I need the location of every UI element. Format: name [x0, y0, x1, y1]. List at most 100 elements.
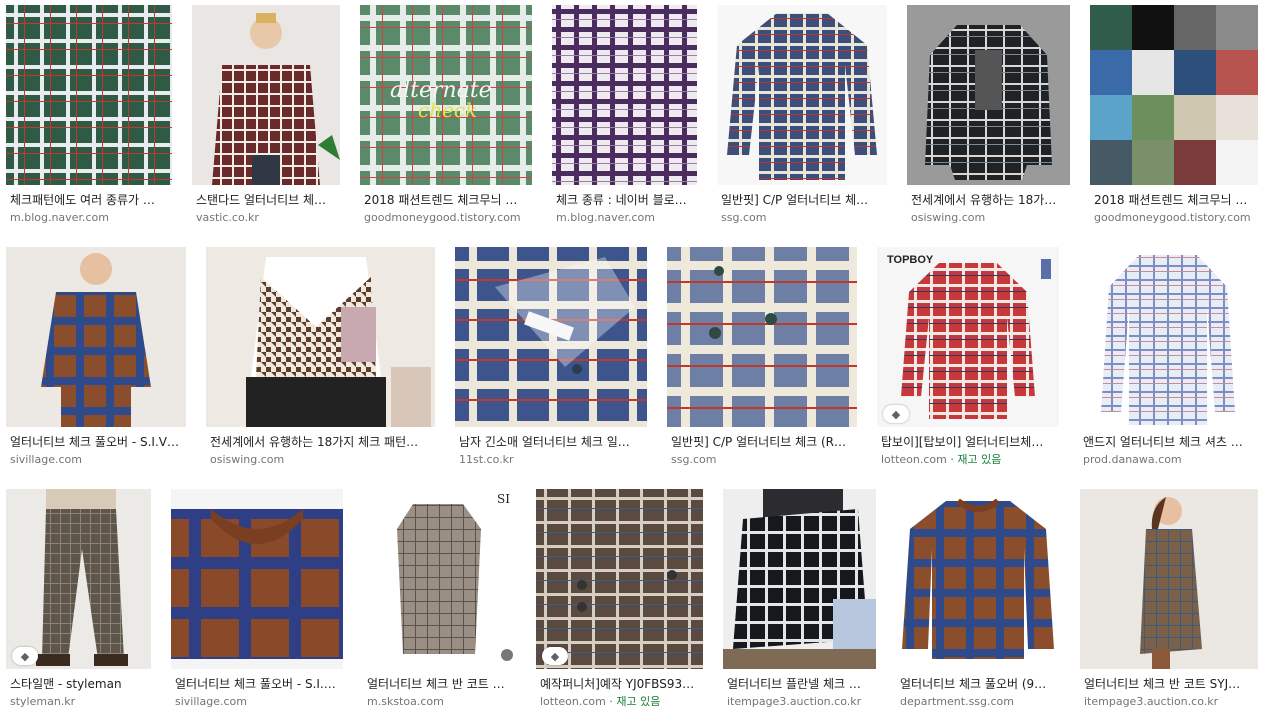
svg-text:check: check	[418, 98, 477, 122]
houndstooth-vest-image	[246, 257, 431, 427]
price-tag-icon: ◆	[542, 647, 568, 665]
cuff-button-closeup-image	[536, 489, 703, 669]
result-thumbnail[interactable]	[907, 5, 1070, 185]
image-result[interactable]: 얼터너티브 플란넬 체크 … itempage3.auction.co.kr	[723, 489, 876, 708]
alternate-check-fabric-image: alternate check	[360, 5, 532, 185]
result-thumbnail[interactable]	[6, 247, 186, 427]
result-thumbnail[interactable]	[1080, 489, 1258, 669]
result-thumbnail[interactable]	[723, 489, 876, 669]
result-title[interactable]: 남자 긴소매 얼터너티브 체크 일…	[459, 434, 645, 450]
result-thumbnail[interactable]	[717, 5, 887, 185]
result-thumbnail[interactable]	[536, 489, 703, 669]
result-title[interactable]: 얼터너티브 체크 풀오버 (9…	[900, 676, 1058, 692]
result-thumbnail[interactable]	[1090, 5, 1258, 185]
image-result[interactable]: 남자 긴소매 얼터너티브 체크 일… 11st.co.kr	[455, 247, 647, 469]
result-title[interactable]: 일반핏] C/P 얼터너티브 체…	[721, 192, 885, 208]
result-thumbnail[interactable]: alternate check	[360, 5, 532, 185]
result-thumbnail[interactable]: TOPBOY	[877, 247, 1059, 427]
result-title[interactable]: 앤드지 얼터너티브 체크 셔츠 …	[1083, 434, 1256, 450]
image-result[interactable]: 체크 종류 : 네이버 블로… m.blog.naver.com	[552, 5, 697, 227]
price-tag-icon: ◆	[12, 647, 38, 665]
image-result[interactable]: 얼터너티브 체크 풀오버 - S.I.… sivillage.com	[171, 489, 343, 708]
result-title[interactable]: 얼터너티브 체크 반 코트 SYJ…	[1084, 676, 1256, 692]
result-title[interactable]: 2018 패션트렌드 체크무늬 …	[364, 192, 530, 208]
image-result[interactable]: 스탠다드 얼터너티브 체… vastic.co.kr	[192, 5, 340, 227]
result-source: styleman.kr	[10, 695, 76, 708]
result-source: m.blog.naver.com	[10, 211, 109, 224]
source-domain: lotteon.com	[881, 453, 947, 466]
man-check-shirt-image	[212, 13, 340, 185]
result-source: sivillage.com	[175, 695, 247, 708]
result-source: goodmoneygood.tistory.com	[1094, 211, 1251, 224]
stock-status: · 재고 있음	[946, 453, 1002, 466]
svg-text:SI: SI	[497, 492, 510, 506]
result-title[interactable]: 예작퍼니처]예작 YJ0FBS93…	[540, 676, 701, 692]
stock-status: · 재고 있음	[605, 695, 661, 708]
result-source: m.skstoa.com	[367, 695, 444, 708]
result-thumbnail[interactable]	[206, 247, 435, 427]
image-result[interactable]: SI 얼터너티브 체크 반 코트 … m.skstoa.com	[363, 489, 516, 708]
result-title[interactable]: 2018 패션트렌드 체크무늬 …	[1094, 192, 1256, 208]
result-thumbnail[interactable]	[192, 5, 340, 185]
result-source: ssg.com	[721, 211, 767, 224]
image-result[interactable]: TOPBOY ◆ 탑보이][탑보이] 얼터너티브체… lotteon.com ·…	[877, 247, 1059, 469]
result-source: department.ssg.com	[900, 695, 1015, 708]
result-title[interactable]: 얼터너티브 체크 풀오버 - S.I.V…	[10, 434, 184, 450]
result-source: goodmoneygood.tistory.com	[364, 211, 521, 224]
result-title[interactable]: 스타일맨 - styleman	[10, 676, 151, 692]
woman-check-pullover-image	[41, 253, 151, 427]
result-thumbnail[interactable]	[6, 5, 172, 185]
result-title[interactable]: 얼터너티브 체크 풀오버 - S.I.…	[175, 676, 341, 692]
result-title[interactable]: 전세계에서 유행하는 18가지 체크 패턴…	[210, 434, 433, 450]
result-source: osiswing.com	[210, 453, 285, 466]
check-coat-image: SI	[397, 492, 513, 661]
result-title[interactable]: 체크패턴에도 여러 종류가 …	[10, 192, 170, 208]
result-thumbnail[interactable]	[171, 489, 343, 669]
result-thumbnail[interactable]	[455, 247, 647, 427]
purple-check-fabric-image	[552, 5, 697, 185]
image-result[interactable]: 얼터너티브 체크 풀오버 (9… department.ssg.com	[896, 489, 1060, 708]
result-source: itempage3.auction.co.kr	[727, 695, 862, 708]
image-result[interactable]: 일반핏] C/P 얼터너티브 체크 (R… ssg.com	[667, 247, 857, 469]
result-thumbnail[interactable]	[896, 489, 1060, 669]
image-result[interactable]: 전세계에서 유행하는 18가… osiswing.com	[907, 5, 1070, 227]
result-source: m.blog.naver.com	[556, 211, 655, 224]
image-result[interactable]: ◆ 예작퍼니처]예작 YJ0FBS93… lotteon.com · 재고 있음	[536, 489, 703, 708]
result-title[interactable]: 일반핏] C/P 얼터너티브 체크 (R…	[671, 434, 855, 450]
check-fabric-green-image	[6, 5, 172, 185]
blue-check-shirt-image	[727, 13, 877, 180]
result-title[interactable]: 얼터너티브 체크 반 코트 …	[367, 676, 514, 692]
result-thumbnail[interactable]: SI	[363, 489, 516, 669]
result-title[interactable]: 얼터너티브 플란넬 체크 …	[727, 676, 874, 692]
image-result[interactable]: 일반핏] C/P 얼터너티브 체… ssg.com	[717, 5, 887, 227]
result-title[interactable]: 전세계에서 유행하는 18가…	[911, 192, 1068, 208]
image-result[interactable]: 전세계에서 유행하는 18가지 체크 패턴… osiswing.com	[206, 247, 435, 469]
image-result[interactable]: 2018 패션트렌드 체크무늬 … goodmoneygood.tistory.…	[1090, 5, 1258, 227]
result-title[interactable]: 스탠다드 얼터너티브 체…	[196, 192, 338, 208]
image-result[interactable]: 체크패턴에도 여러 종류가 … m.blog.naver.com	[6, 5, 172, 227]
shirt-collar-closeup-image	[455, 247, 647, 427]
flannel-check-folded-image	[723, 489, 876, 669]
shirt-cuff-closeup-image	[667, 247, 857, 427]
result-thumbnail[interactable]	[6, 489, 151, 669]
woman-check-coat-image	[1140, 497, 1202, 669]
result-source: prod.danawa.com	[1083, 453, 1182, 466]
result-title[interactable]: 탑보이][탑보이] 얼터너티브체…	[881, 434, 1057, 450]
check-pullover-flat-image	[902, 498, 1054, 659]
result-title[interactable]: 체크 종류 : 네이버 블로…	[556, 192, 695, 208]
result-thumbnail[interactable]	[552, 5, 697, 185]
result-source: 11st.co.kr	[459, 453, 514, 466]
result-thumbnail[interactable]	[667, 247, 857, 427]
red-check-shirt-image: TOPBOY	[887, 254, 1051, 419]
image-result[interactable]: 얼터너티브 체크 반 코트 SYJ… itempage3.auction.co.…	[1080, 489, 1258, 708]
sweater-closeup-image	[171, 509, 343, 659]
image-result[interactable]: alternate check 2018 패션트렌드 체크무늬 … goodmo…	[360, 5, 532, 227]
image-result[interactable]: ◆ 스타일맨 - styleman styleman.kr	[6, 489, 151, 708]
svg-text:TOPBOY: TOPBOY	[887, 254, 934, 266]
result-source: osiswing.com	[911, 211, 986, 224]
result-thumbnail[interactable]	[1079, 247, 1258, 427]
image-result[interactable]: 앤드지 얼터너티브 체크 셔츠 … prod.danawa.com	[1079, 247, 1258, 469]
image-result[interactable]: 얼터너티브 체크 풀오버 - S.I.V… sivillage.com	[6, 247, 186, 469]
result-source: lotteon.com · 재고 있음	[540, 695, 701, 709]
result-source: sivillage.com	[10, 453, 82, 466]
